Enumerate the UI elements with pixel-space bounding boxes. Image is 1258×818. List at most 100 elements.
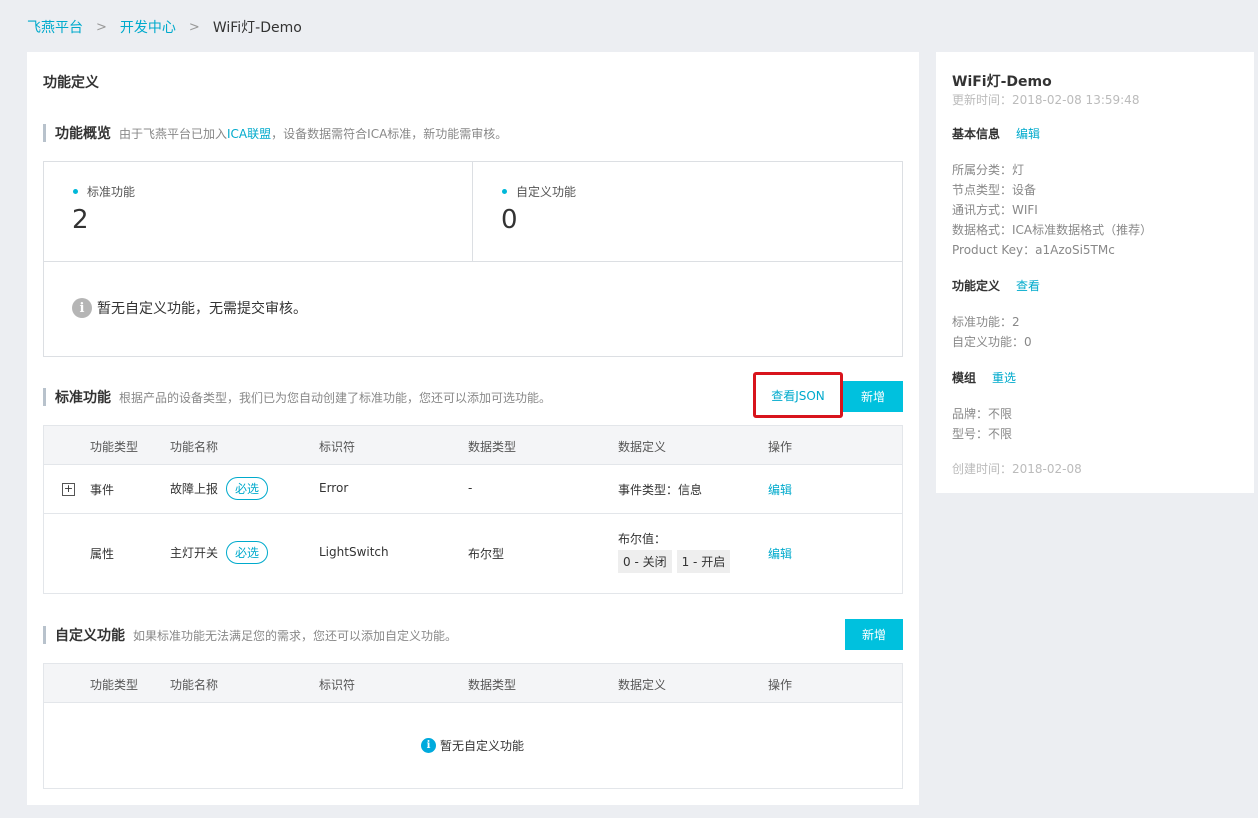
info-line: 型号：不限 bbox=[952, 427, 1013, 441]
custom-count-value: 0 bbox=[501, 205, 518, 235]
reselect-module-link[interactable]: 重选 bbox=[992, 369, 1016, 386]
info-line: 所属分类：灯 bbox=[952, 163, 1025, 177]
column-header: 标识符 bbox=[319, 440, 356, 454]
info-line: 品牌：不限 bbox=[952, 407, 1013, 421]
cell-identifier: Error bbox=[319, 481, 349, 495]
expand-plus-icon[interactable]: + bbox=[62, 483, 75, 496]
updated-time: 更新时间：2018-02-08 13:59:48 bbox=[952, 93, 1140, 107]
ica-alliance-link[interactable]: ICA联盟 bbox=[227, 127, 271, 141]
overview-box: 标准功能 2 自定义功能 0 i 暂无自定义功能，无需提交审核。 bbox=[43, 161, 903, 357]
column-header: 数据类型 bbox=[468, 678, 517, 692]
custom-count-label: 自定义功能 bbox=[502, 183, 576, 200]
table-header: 功能类型 功能名称 标识符 数据类型 数据定义 操作 bbox=[44, 664, 902, 703]
required-tag: 必选 bbox=[226, 477, 269, 500]
cell-identifier: LightSwitch bbox=[319, 545, 389, 559]
standard-functions-table: 功能类型 功能名称 标识符 数据类型 数据定义 操作 + 事件 故障上报 必选 E… bbox=[43, 425, 903, 594]
info-line: 自定义功能：0 bbox=[952, 335, 1032, 349]
review-notice: i 暂无自定义功能，无需提交审核。 bbox=[72, 298, 307, 318]
cell-name: 主灯开关 必选 bbox=[170, 541, 269, 564]
section-marker bbox=[43, 124, 46, 142]
cell-type: 事件 bbox=[90, 483, 115, 497]
bool-value-chip: 1 - 开启 bbox=[676, 550, 731, 573]
column-header: 数据类型 bbox=[468, 440, 517, 454]
section-marker bbox=[43, 626, 46, 644]
custom-title: 自定义功能 bbox=[55, 628, 125, 644]
column-header: 操作 bbox=[768, 440, 793, 454]
custom-section-header: 自定义功能 如果标准功能无法满足您的需求，您还可以添加自定义功能。 bbox=[43, 625, 457, 645]
dot-icon bbox=[73, 189, 78, 194]
column-header: 标识符 bbox=[319, 678, 356, 692]
overview-section-header: 功能概览 由于飞燕平台已加入ICA联盟，设备数据需符合ICA标准，新功能需审核。 bbox=[43, 123, 507, 143]
overview-desc-prefix: 由于飞燕平台已加入 bbox=[119, 126, 228, 141]
page-title: 功能定义 bbox=[43, 75, 99, 91]
section-marker bbox=[43, 388, 46, 406]
view-function-def-link[interactable]: 查看 bbox=[1016, 277, 1040, 294]
review-notice-text: 暂无自定义功能，无需提交审核。 bbox=[97, 301, 307, 317]
empty-state-row: i 暂无自定义功能 bbox=[44, 703, 902, 788]
table-row: + 事件 故障上报 必选 Error - 事件类型：信息 编辑 bbox=[44, 465, 902, 514]
view-json-button[interactable]: 查看JSON bbox=[753, 372, 843, 418]
chevron-right-icon: > bbox=[188, 19, 200, 35]
standard-desc: 根据产品的设备类型，我们已为您自动创建了标准功能，您还可以添加可选功能。 bbox=[119, 390, 552, 405]
info-line: 标准功能：2 bbox=[952, 315, 1020, 329]
function-name: 故障上报 bbox=[170, 482, 219, 496]
cell-definition-values: 0 - 关闭 1 - 开启 bbox=[618, 550, 735, 573]
column-header: 数据定义 bbox=[618, 678, 667, 692]
cell-data-type: - bbox=[468, 481, 473, 495]
column-header: 操作 bbox=[768, 678, 793, 692]
breadcrumb: 飞燕平台 > 开发中心 > WiFi灯-Demo bbox=[27, 17, 302, 37]
add-custom-button[interactable]: 新增 bbox=[845, 619, 903, 650]
breadcrumb-link-dev-center[interactable]: 开发中心 bbox=[120, 17, 176, 37]
edit-link[interactable]: 编辑 bbox=[768, 481, 792, 498]
empty-state-text: 暂无自定义功能 bbox=[440, 739, 525, 753]
overview-desc: 由于飞燕平台已加入ICA联盟，设备数据需符合ICA标准，新功能需审核。 bbox=[119, 125, 507, 142]
dot-icon bbox=[502, 189, 507, 194]
column-header: 数据定义 bbox=[618, 440, 667, 454]
basic-info-header: 基本信息 编辑 bbox=[952, 125, 1040, 142]
info-line: 节点类型：设备 bbox=[952, 183, 1037, 197]
info-icon: i bbox=[72, 298, 92, 318]
column-header: 功能类型 bbox=[90, 678, 139, 692]
overview-desc-suffix: ，设备数据需符合ICA标准，新功能需审核。 bbox=[271, 126, 508, 141]
created-time: 创建时间：2018-02-08 bbox=[952, 462, 1082, 476]
cell-definition: 事件类型：信息 bbox=[618, 483, 703, 497]
function-def-title: 功能定义 bbox=[952, 279, 1001, 293]
custom-count-card: 自定义功能 0 bbox=[473, 162, 902, 261]
custom-functions-table: 功能类型 功能名称 标识符 数据类型 数据定义 操作 i 暂无自定义功能 bbox=[43, 663, 903, 789]
function-def-header: 功能定义 查看 bbox=[952, 277, 1040, 294]
standard-title: 标准功能 bbox=[55, 390, 111, 406]
product-title: WiFi灯-Demo bbox=[952, 74, 1052, 90]
edit-basic-info-link[interactable]: 编辑 bbox=[1016, 125, 1040, 142]
function-name: 主灯开关 bbox=[170, 546, 219, 560]
cell-data-type: 布尔型 bbox=[468, 547, 505, 561]
info-line: Product Key：a1AzoSi5TMc bbox=[952, 243, 1115, 257]
standard-section-header: 标准功能 根据产品的设备类型，我们已为您自动创建了标准功能，您还可以添加可选功能… bbox=[43, 387, 551, 407]
cell-type: 属性 bbox=[90, 547, 115, 561]
module-header: 模组 重选 bbox=[952, 369, 1016, 386]
edit-link[interactable]: 编辑 bbox=[768, 545, 792, 562]
standard-label-text: 标准功能 bbox=[87, 185, 136, 199]
table-row: 属性 主灯开关 必选 LightSwitch 布尔型 布尔值： 0 - 关闭 1 -… bbox=[44, 514, 902, 593]
custom-desc: 如果标准功能无法满足您的需求，您还可以添加自定义功能。 bbox=[133, 628, 458, 643]
standard-count-value: 2 bbox=[72, 205, 89, 235]
required-tag: 必选 bbox=[226, 541, 269, 564]
column-header: 功能名称 bbox=[170, 678, 219, 692]
main-panel: 功能定义 功能概览 由于飞燕平台已加入ICA联盟，设备数据需符合ICA标准，新功… bbox=[27, 52, 919, 805]
empty-state: i 暂无自定义功能 bbox=[421, 737, 524, 754]
info-line: 通讯方式：WIFI bbox=[952, 203, 1038, 217]
column-header: 功能类型 bbox=[90, 440, 139, 454]
module-title: 模组 bbox=[952, 371, 977, 385]
cell-name: 故障上报 必选 bbox=[170, 477, 269, 500]
basic-info-title: 基本信息 bbox=[952, 127, 1001, 141]
info-icon: i bbox=[421, 738, 436, 753]
info-line: 数据格式：ICA标准数据格式（推荐） bbox=[952, 223, 1153, 237]
review-notice-area: i 暂无自定义功能，无需提交审核。 bbox=[44, 261, 902, 356]
column-header: 功能名称 bbox=[170, 440, 219, 454]
standard-count-card: 标准功能 2 bbox=[44, 162, 473, 261]
table-header: 功能类型 功能名称 标识符 数据类型 数据定义 操作 bbox=[44, 426, 902, 465]
breadcrumb-link-platform[interactable]: 飞燕平台 bbox=[27, 17, 83, 37]
breadcrumb-current: WiFi灯-Demo bbox=[212, 20, 302, 36]
overview-title: 功能概览 bbox=[55, 126, 111, 142]
chevron-right-icon: > bbox=[96, 19, 107, 35]
add-standard-button[interactable]: 新增 bbox=[843, 381, 903, 412]
